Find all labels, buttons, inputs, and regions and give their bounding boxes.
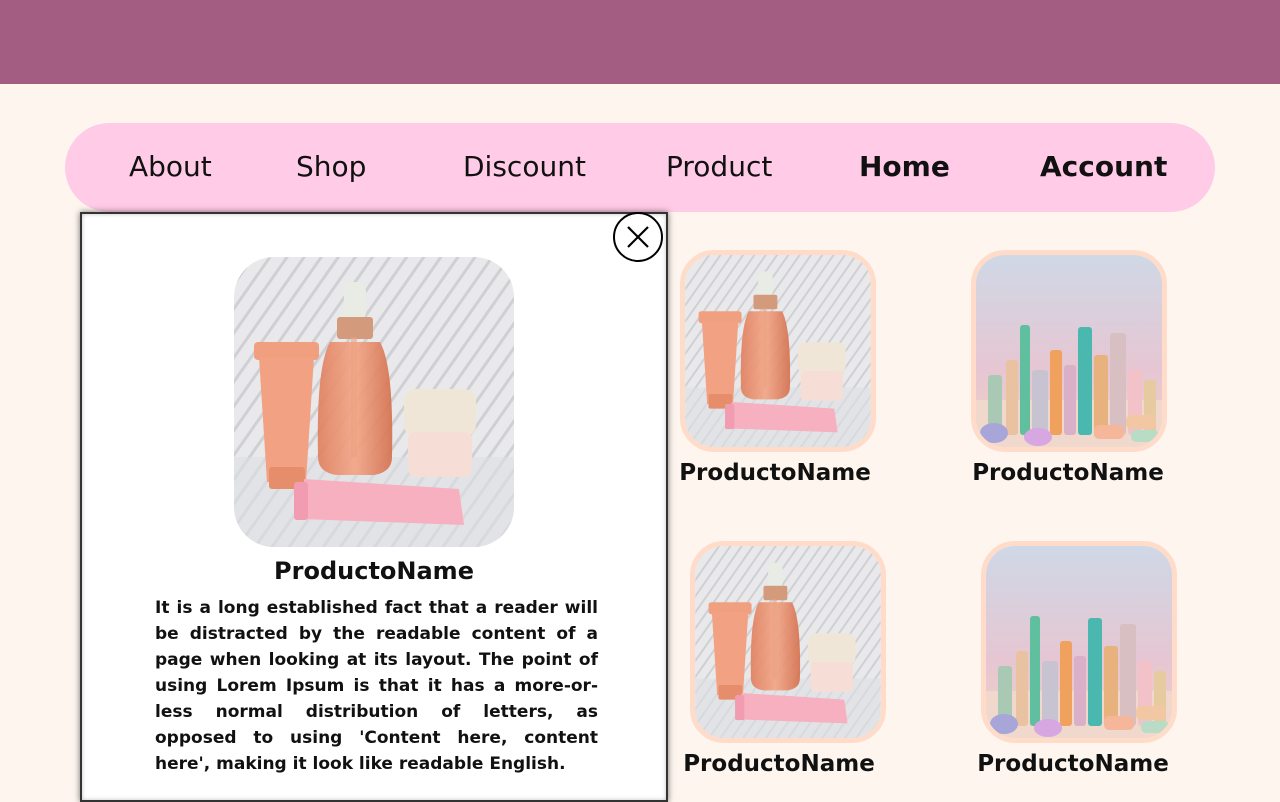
product-card-name[interactable]: ProductoName <box>679 750 879 778</box>
product-description: It is a long established fact that a rea… <box>155 598 598 774</box>
nav-item-shop[interactable]: Shop <box>296 150 366 184</box>
product-card-name[interactable]: ProductoName <box>968 459 1168 487</box>
cosmetics-collection-photo <box>976 255 1162 447</box>
skincare-set-photo <box>695 546 881 738</box>
close-icon <box>627 226 649 248</box>
product-card-image[interactable] <box>971 250 1167 452</box>
product-card-name[interactable]: ProductoName <box>675 459 875 487</box>
product-photo <box>234 257 514 547</box>
product-card-name[interactable]: ProductoName <box>973 750 1173 778</box>
skincare-set-photo <box>234 257 514 547</box>
nav-item-product[interactable]: Product <box>666 150 772 184</box>
cosmetics-collection-photo <box>986 546 1172 738</box>
product-card-image[interactable] <box>981 541 1177 743</box>
skincare-set-photo <box>685 255 871 447</box>
product-detail-modal: ProductoName It is a long established fa… <box>80 212 668 802</box>
nav-item-discount[interactable]: Discount <box>463 150 586 184</box>
close-modal-button[interactable] <box>613 212 663 262</box>
main-nav: About Shop Discount Product Home Account <box>65 123 1215 212</box>
product-name: ProductoName <box>274 557 474 585</box>
nav-item-home[interactable]: Home <box>859 150 950 184</box>
product-card-image[interactable] <box>680 250 876 452</box>
product-card-image[interactable] <box>690 541 886 743</box>
nav-item-account[interactable]: Account <box>1040 150 1167 184</box>
top-header-bar <box>0 0 1280 84</box>
nav-item-about[interactable]: About <box>129 150 212 184</box>
